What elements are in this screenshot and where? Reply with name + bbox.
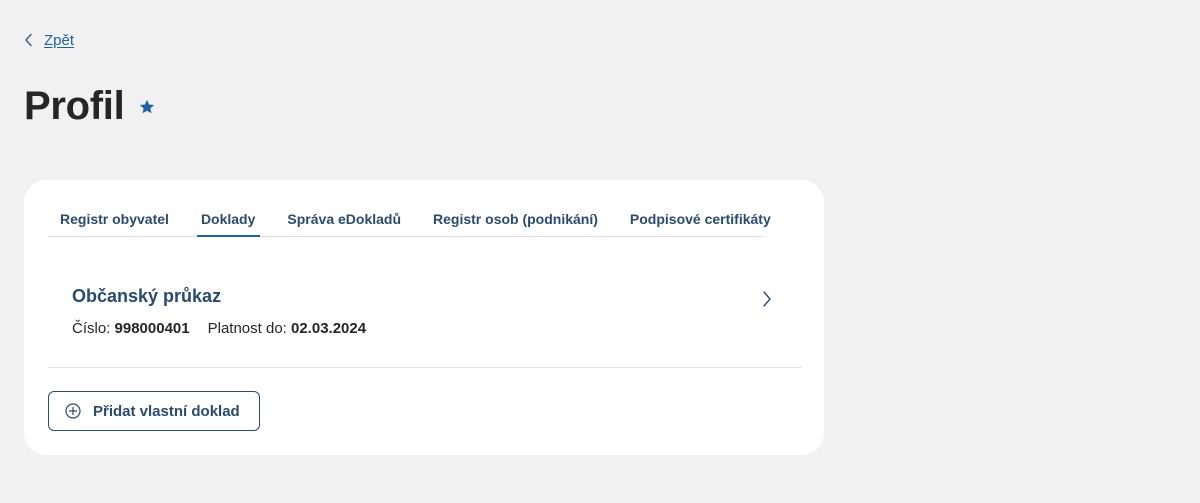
document-item-obcansky-prukaz[interactable]: Občanský průkaz Číslo: 998000401 Platnos…: [48, 268, 802, 368]
document-number-label: Číslo:: [72, 320, 111, 337]
tab-doklady[interactable]: Doklady: [196, 198, 261, 237]
tab-registr-osob[interactable]: Registr osob (podnikání): [433, 198, 598, 236]
documents-card: Registr obyvatel Doklady Správa eDokladů…: [24, 180, 824, 455]
document-validity-value: 02.03.2024: [291, 320, 367, 337]
back-link-label[interactable]: Zpět: [44, 32, 74, 49]
document-validity: Platnost do: 02.03.2024: [208, 320, 366, 337]
tab-podpisove-certifikaty[interactable]: Podpisové certifikáty: [630, 198, 771, 236]
document-meta: Číslo: 998000401 Platnost do: 02.03.2024: [72, 320, 366, 337]
star-icon[interactable]: [138, 98, 156, 116]
chevron-left-icon: [25, 33, 32, 47]
tab-bar: Registr obyvatel Doklady Správa eDokladů…: [48, 198, 771, 237]
add-document-button[interactable]: Přidat vlastní doklad: [48, 391, 260, 431]
tab-sprava-edokladu[interactable]: Správa eDokladů: [287, 198, 401, 236]
document-validity-label: Platnost do:: [207, 320, 287, 337]
tab-registr-obyvatel[interactable]: Registr obyvatel: [60, 198, 169, 236]
add-document-label: Přidat vlastní doklad: [93, 402, 240, 420]
plus-circle-icon: [65, 403, 81, 419]
document-number: Číslo: 998000401: [72, 320, 190, 337]
page-title: Profil: [24, 84, 125, 128]
document-title: Občanský průkaz: [72, 286, 222, 306]
back-link[interactable]: Zpět: [24, 29, 74, 51]
page-header: Profil: [24, 80, 156, 132]
document-number-value: 998000401: [114, 320, 190, 337]
chevron-right-icon[interactable]: [762, 290, 772, 308]
